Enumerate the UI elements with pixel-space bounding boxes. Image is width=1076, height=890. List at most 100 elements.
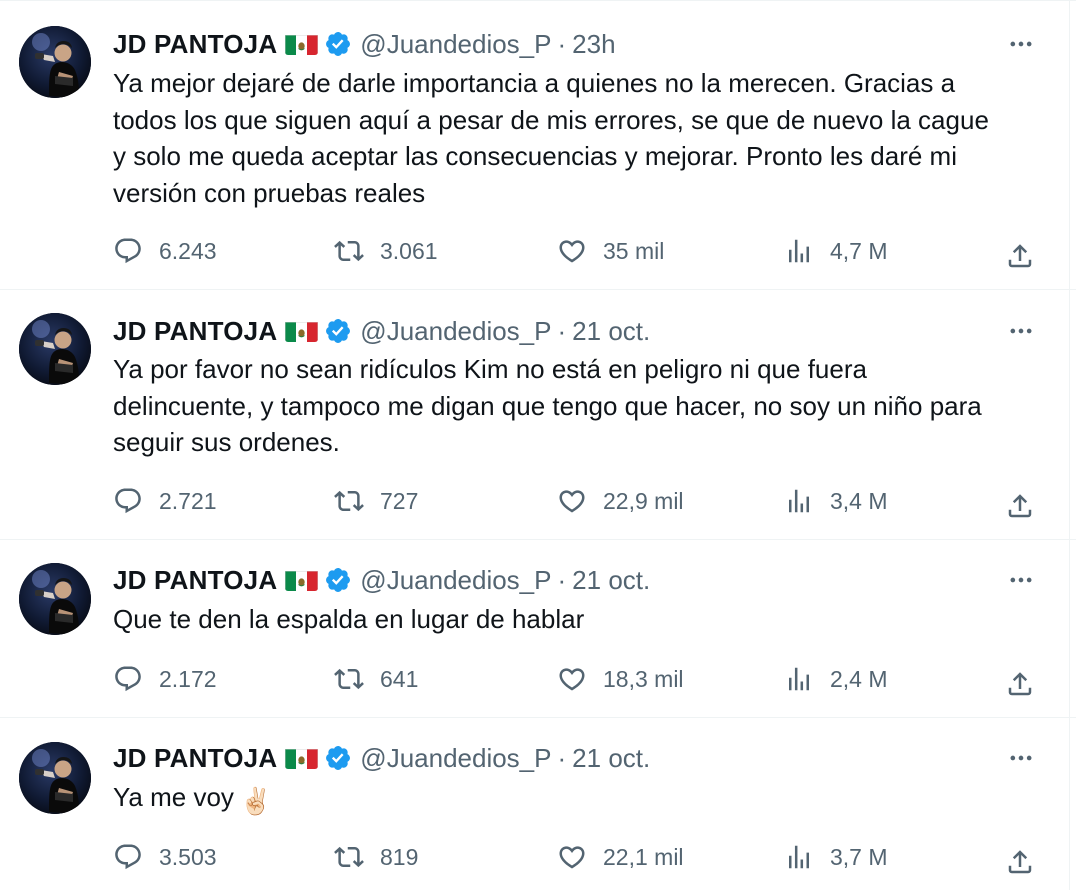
separator-dot: · [557, 315, 567, 346]
repost-icon [334, 842, 364, 872]
share-button[interactable] [1005, 842, 1035, 882]
views-button[interactable]: 2,4 M [784, 659, 888, 699]
mexico-flag-icon [285, 33, 319, 55]
tweet-divider [0, 539, 1076, 540]
like-count: 22,1 mil [603, 843, 684, 870]
like-count: 18,3 mil [603, 665, 684, 692]
tweet-actions: 3.503 819 22,1 mil 3,7 M [0, 837, 1076, 877]
heart-icon [557, 486, 587, 516]
like-button[interactable]: 22,9 mil [557, 481, 684, 521]
avatar[interactable] [19, 313, 91, 385]
reply-icon [113, 486, 143, 516]
bar-chart-icon [784, 486, 814, 516]
share-button[interactable] [1005, 236, 1035, 276]
repost-icon [334, 486, 364, 516]
user-handle[interactable]: @Juandedios_P [360, 743, 551, 774]
repost-button[interactable]: 3.061 [334, 231, 438, 271]
reply-button[interactable]: 6.243 [113, 231, 217, 271]
more-options-icon[interactable] [1003, 562, 1039, 598]
avatar[interactable] [19, 563, 91, 635]
repost-count: 819 [380, 843, 419, 870]
separator-dot: · [557, 564, 567, 595]
verified-badge-icon[interactable] [324, 30, 352, 58]
tweet-text-line: Ya por favor no sean ridículos Kim no es… [113, 354, 867, 384]
heart-icon [557, 664, 587, 694]
display-name[interactable]: JD PANTOJA [113, 565, 277, 596]
views-button[interactable]: 3,4 M [784, 481, 888, 521]
tweet-actions: 2.172 641 18,3 mil 2,4 M [0, 659, 1076, 699]
right-border [1069, 0, 1070, 890]
verified-badge-icon[interactable] [324, 317, 352, 345]
reply-count: 2.172 [159, 665, 217, 692]
like-count: 22,9 mil [603, 487, 684, 514]
user-handle[interactable]: @Juandedios_P [360, 565, 551, 596]
more-options-icon[interactable] [1003, 313, 1039, 349]
tweet-text-line: versión con pruebas reales [113, 177, 426, 208]
verified-badge-icon[interactable] [324, 566, 352, 594]
repost-icon [334, 664, 364, 694]
display-name[interactable]: JD PANTOJA [113, 316, 277, 347]
user-handle[interactable]: @Juandedios_P [360, 29, 551, 60]
avatar[interactable] [19, 26, 91, 98]
tweet-actions: 6.243 3.061 35 mil 4,7 M [0, 231, 1076, 271]
reply-icon [113, 664, 143, 694]
more-options-icon[interactable] [1003, 740, 1039, 776]
tweet-text-line: delincuente, y tampoco me digan que teng… [113, 390, 982, 421]
tweet-text: Ya por favor no sean ridículos Kim no es… [113, 351, 1048, 461]
reply-button[interactable]: 3.503 [113, 837, 217, 877]
share-icon [1005, 241, 1035, 271]
views-button[interactable]: 4,7 M [784, 231, 888, 271]
tweet-divider [0, 289, 1076, 290]
mexico-flag-icon [285, 569, 319, 591]
tweet-header: JD PANTOJA @Juandedios_P · 21 oct. [113, 562, 650, 598]
share-button[interactable] [1005, 486, 1035, 526]
timestamp[interactable]: 21 oct. [572, 565, 650, 596]
separator-dot: · [557, 28, 567, 59]
repost-button[interactable]: 727 [334, 481, 418, 521]
like-button[interactable]: 22,1 mil [557, 837, 684, 877]
verified-badge-icon[interactable] [324, 744, 352, 772]
heart-icon [557, 842, 587, 872]
repost-button[interactable]: 641 [334, 659, 418, 699]
tweet-text: Ya me voy ✌🏻 [113, 779, 1048, 820]
like-button[interactable]: 18,3 mil [557, 659, 684, 699]
view-count: 4,7 M [830, 237, 888, 264]
avatar[interactable] [19, 742, 91, 814]
tweet-actions: 2.721 727 22,9 mil 3,4 M [0, 481, 1076, 521]
heart-icon [557, 236, 587, 266]
repost-icon [334, 236, 364, 266]
display-name[interactable]: JD PANTOJA [113, 743, 277, 774]
tweet-text-line: Ya mejor dejaré de darle importancia a q… [113, 68, 956, 98]
tweet-header: JD PANTOJA @Juandedios_P · 23h [113, 26, 616, 62]
mexico-flag-icon [285, 320, 319, 342]
display-name[interactable]: JD PANTOJA [113, 29, 277, 60]
more-options-icon[interactable] [1003, 26, 1039, 62]
views-button[interactable]: 3,7 M [784, 837, 888, 877]
timestamp[interactable]: 21 oct. [572, 743, 650, 774]
user-handle[interactable]: @Juandedios_P [360, 316, 551, 347]
reply-button[interactable]: 2.721 [113, 481, 217, 521]
tweet-text: Ya mejor dejaré de darle importancia a q… [113, 65, 1048, 211]
tweet-header: JD PANTOJA @Juandedios_P · 21 oct. [113, 313, 650, 349]
mexico-flag-icon [285, 747, 319, 769]
tweet-text-line: y solo me queda aceptar las consecuencia… [113, 141, 957, 171]
like-button[interactable]: 35 mil [557, 231, 664, 271]
repost-count: 641 [380, 665, 419, 692]
reply-icon [113, 842, 143, 872]
timestamp[interactable]: 23h [572, 29, 615, 60]
bar-chart-icon [784, 842, 814, 872]
reply-button[interactable]: 2.172 [113, 659, 217, 699]
share-icon [1005, 669, 1035, 699]
tweet-text-line: Que te den la espalda en lugar de hablar [113, 604, 585, 634]
timestamp[interactable]: 21 oct. [572, 316, 650, 347]
repost-count: 3.061 [380, 237, 438, 264]
reply-icon [113, 236, 143, 266]
view-count: 3,7 M [830, 843, 888, 870]
share-icon [1005, 491, 1035, 521]
bar-chart-icon [784, 664, 814, 694]
share-button[interactable] [1005, 664, 1035, 704]
victory-hand-emoji-icon: ✌🏻 [239, 786, 273, 816]
repost-button[interactable]: 819 [334, 837, 418, 877]
separator-dot: · [557, 742, 567, 773]
view-count: 3,4 M [830, 487, 888, 514]
